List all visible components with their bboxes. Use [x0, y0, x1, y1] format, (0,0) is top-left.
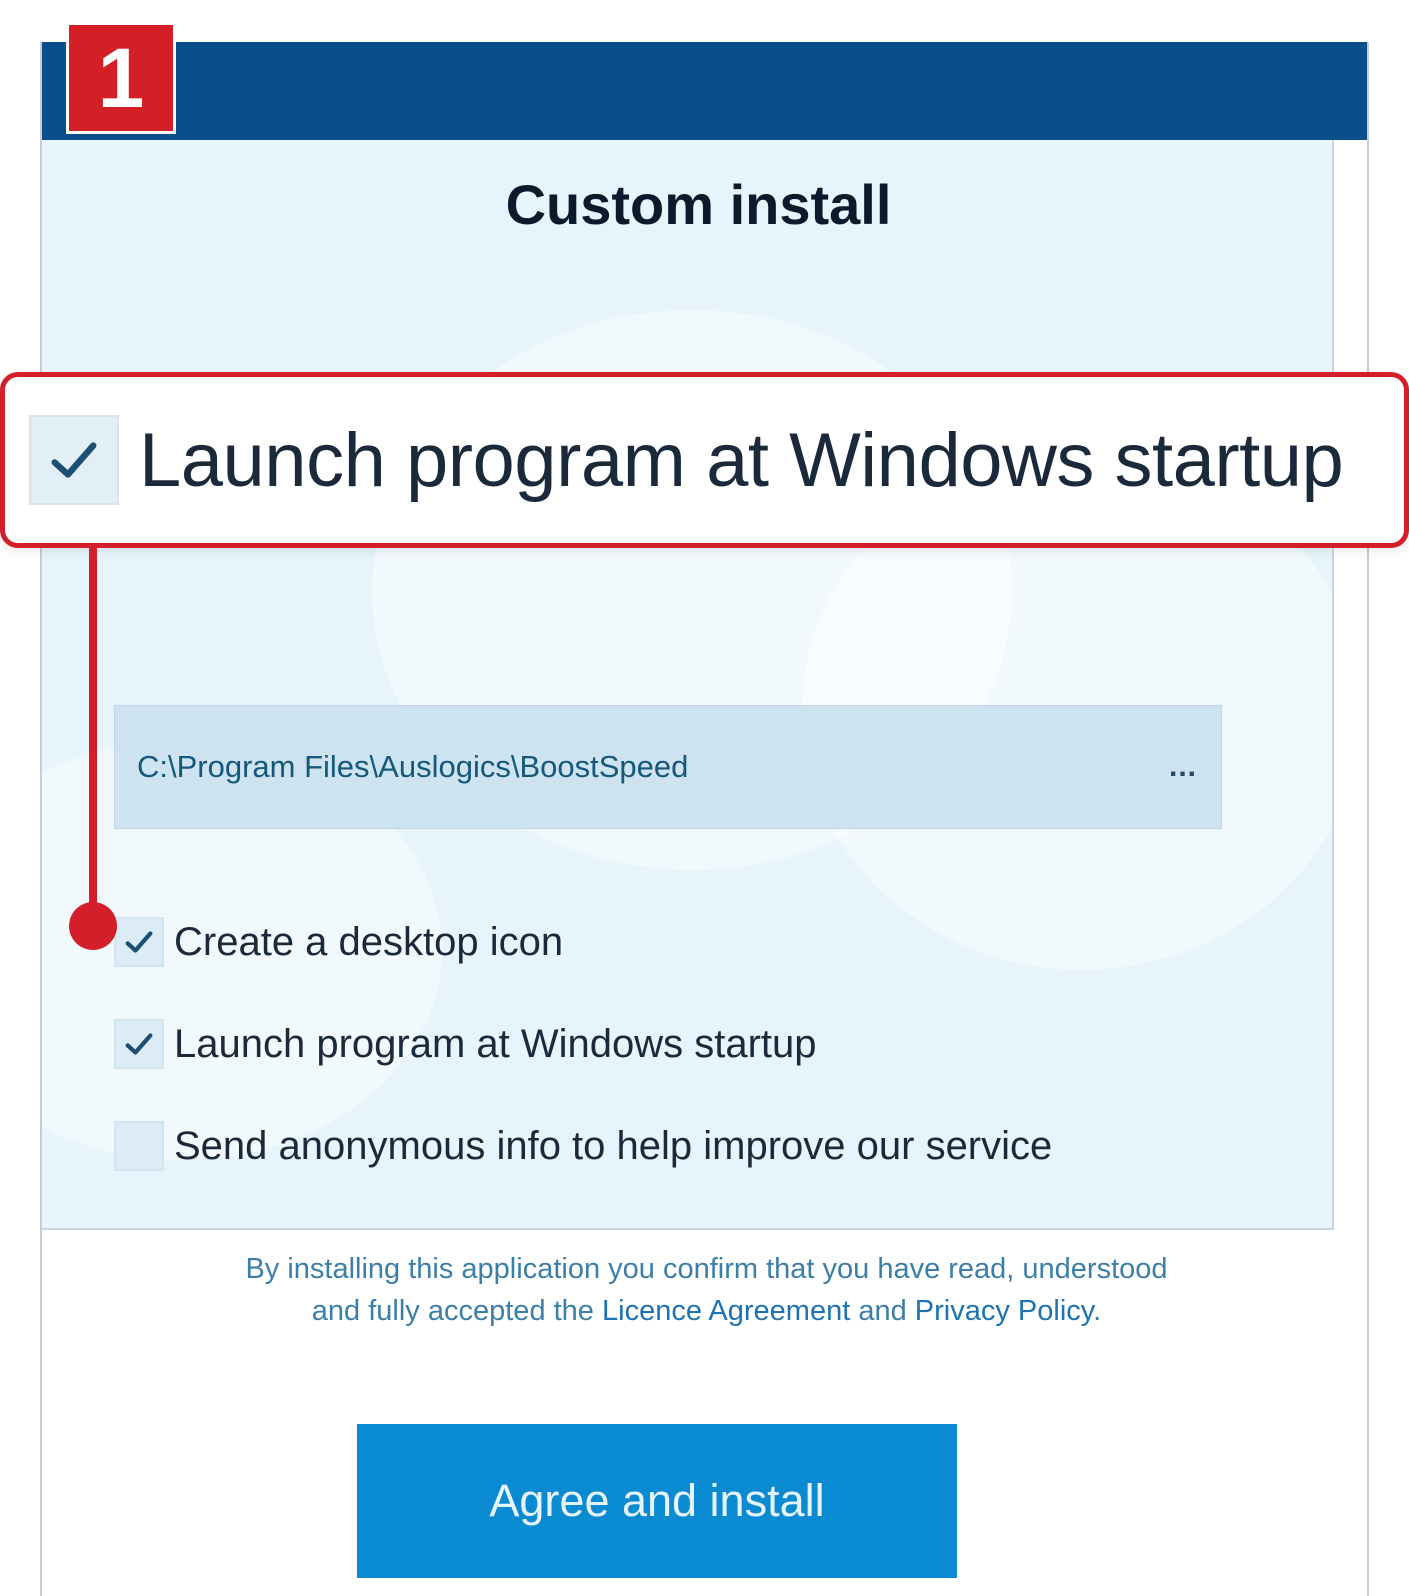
- legal-line-2: and fully accepted the Licence Agreement…: [42, 1290, 1371, 1332]
- dialog-titlebar: [42, 42, 1367, 140]
- step-number-badge: 1: [66, 22, 176, 134]
- screenshot-stage: C:\Program Files\Auslogics\BoostSpeed ..…: [0, 0, 1409, 1596]
- option-label: Create a desktop icon: [174, 919, 564, 964]
- legal-notice: By installing this application you confi…: [42, 1248, 1371, 1332]
- option-label: Launch program at Windows startup: [174, 1021, 817, 1066]
- page-title: Custom install: [505, 173, 892, 236]
- installer-dialog: C:\Program Files\Auslogics\BoostSpeed ..…: [40, 42, 1369, 1596]
- send-anonymous-info-checkbox[interactable]: [114, 1121, 164, 1171]
- privacy-policy-link[interactable]: Privacy Policy: [915, 1295, 1093, 1327]
- check-icon: [125, 931, 153, 953]
- legal-text: and: [850, 1295, 915, 1327]
- option-desktop-icon[interactable]: Create a desktop icon: [114, 914, 563, 970]
- agree-and-install-button[interactable]: Agree and install: [357, 1424, 957, 1578]
- legal-text: .: [1093, 1295, 1102, 1327]
- launch-at-startup-checkbox[interactable]: [114, 1019, 164, 1069]
- legal-line-1: By installing this application you confi…: [245, 1253, 1168, 1285]
- callout-pointer-dot: [69, 902, 117, 950]
- callout-checkbox: [29, 415, 119, 505]
- options-panel: C:\Program Files\Auslogics\BoostSpeed ..…: [42, 140, 1334, 1230]
- option-label: Send anonymous info to help improve our …: [174, 1123, 1053, 1168]
- zoom-callout: Launch program at Windows startup: [0, 372, 1409, 548]
- check-icon: [125, 1033, 153, 1055]
- option-send-anonymous-info[interactable]: Send anonymous info to help improve our …: [114, 1118, 1052, 1174]
- legal-text: and fully accepted the: [311, 1295, 602, 1327]
- option-launch-at-startup[interactable]: Launch program at Windows startup: [114, 1016, 817, 1072]
- browse-button[interactable]: ...: [1169, 750, 1197, 784]
- licence-agreement-link[interactable]: Licence Agreement: [602, 1295, 850, 1327]
- callout-label: Launch program at Windows startup: [139, 417, 1344, 503]
- install-path-field[interactable]: C:\Program Files\Auslogics\BoostSpeed ..…: [114, 705, 1222, 829]
- check-icon: [51, 442, 97, 478]
- install-path-text: C:\Program Files\Auslogics\BoostSpeed: [137, 749, 689, 784]
- desktop-icon-checkbox[interactable]: [114, 917, 164, 967]
- callout-pointer-line: [89, 548, 97, 928]
